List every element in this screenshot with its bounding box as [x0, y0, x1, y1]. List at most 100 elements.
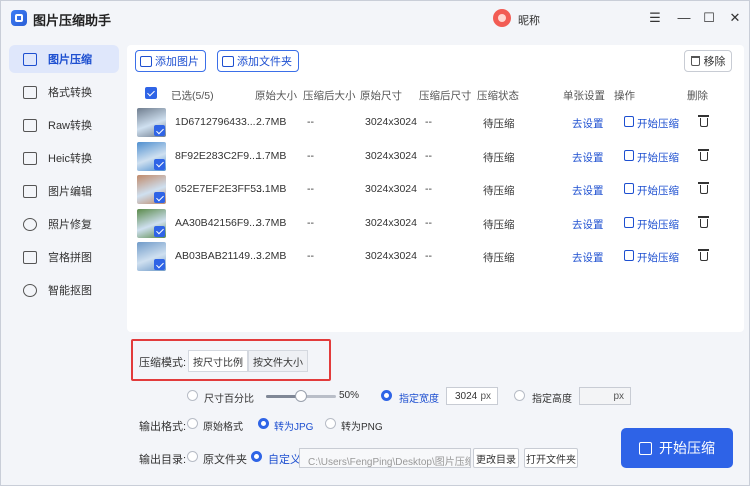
format-original-radio[interactable]: [187, 418, 198, 429]
sidebar-item-compress[interactable]: 图片压缩: [9, 45, 119, 73]
header-delete: 删除: [687, 90, 708, 102]
percent-slider-handle[interactable]: [295, 390, 307, 402]
app-title: 图片压缩助手: [33, 13, 112, 28]
sidebar-item-heic[interactable]: Heic转换: [9, 144, 119, 172]
table-row: 052E7EF2E3FF5... 3.1MB -- 3024x3024 -- 待压缩 去设置…: [127, 173, 744, 206]
remove-button[interactable]: 移除: [684, 50, 732, 72]
sidebar-item-repair[interactable]: 照片修复: [9, 210, 119, 238]
edit-icon: [23, 184, 37, 198]
orig-dim: 3024x3024: [365, 250, 417, 262]
dir-original-radio[interactable]: [187, 451, 198, 462]
sidebar-item-cutout[interactable]: 智能抠图: [9, 276, 119, 304]
dir-custom-radio[interactable]: [251, 451, 262, 462]
maximize-button[interactable]: ☐: [698, 8, 720, 28]
add-image-button[interactable]: 添加图片: [135, 50, 206, 72]
delete-icon[interactable]: [698, 182, 709, 195]
width-radio[interactable]: [381, 390, 392, 401]
comp-size: --: [307, 183, 314, 195]
format-png-radio[interactable]: [325, 418, 336, 429]
delete-icon[interactable]: [698, 115, 709, 128]
width-input[interactable]: 3024 px: [446, 387, 498, 405]
height-input[interactable]: px: [579, 387, 631, 405]
add-image-icon: [140, 55, 152, 67]
table-row: AA30B42156F9... 3.7MB -- 3024x3024 -- 待压缩 去设置 开…: [127, 207, 744, 240]
row-checkbox[interactable]: [154, 192, 165, 203]
sidebar-item-raw[interactable]: Raw转换: [9, 111, 119, 139]
file-name: 052E7EF2E3FF5...: [175, 183, 265, 195]
sidebar-item-label: 宫格拼图: [48, 252, 92, 264]
start-link[interactable]: 开始压缩: [637, 217, 679, 232]
output-dir-label: 输出目录:: [139, 454, 187, 466]
sidebar-item-edit[interactable]: 图片编辑: [9, 177, 119, 205]
settings-link[interactable]: 去设置: [572, 183, 604, 198]
row-checkbox[interactable]: [154, 259, 165, 270]
start-compress-button[interactable]: 开始压缩: [621, 428, 733, 468]
start-link[interactable]: 开始压缩: [637, 150, 679, 165]
row-checkbox[interactable]: [154, 225, 165, 237]
start-compress-icon[interactable]: [624, 149, 634, 161]
user-nickname[interactable]: 昵称: [518, 12, 540, 28]
close-button[interactable]: ✕: [724, 8, 746, 28]
sidebar: 图片压缩 格式转换 Raw转换 Heic转换 图片编辑 照片修复 宫格拼图 智能…: [1, 35, 125, 485]
status: 待压缩: [483, 118, 515, 130]
start-compress-icon[interactable]: [624, 250, 634, 261]
width-unit: px: [480, 391, 491, 402]
percent-label: 尺寸百分比: [204, 394, 254, 405]
header-single: 单张设置: [563, 90, 605, 102]
output-path-input[interactable]: C:\Users\FengPing\Desktop\图片压缩: [299, 448, 471, 468]
open-dir-button[interactable]: 打开文件夹: [524, 448, 578, 468]
settings-link[interactable]: 去设置: [572, 217, 604, 232]
format-png-label: 转为PNG: [341, 422, 383, 433]
repair-icon: [23, 217, 37, 231]
row-checkbox[interactable]: [154, 158, 165, 170]
delete-icon[interactable]: [698, 249, 709, 262]
start-link[interactable]: 开始压缩: [637, 183, 679, 198]
comp-dim: --: [425, 183, 432, 195]
add-folder-button[interactable]: 添加文件夹: [217, 50, 299, 72]
start-compress-icon[interactable]: [624, 216, 634, 228]
status: 待压缩: [483, 218, 515, 231]
dir-original-label: 原文件夹: [203, 454, 247, 466]
sidebar-item-label: 照片修复: [48, 219, 92, 231]
sidebar-item-convert[interactable]: 格式转换: [9, 78, 119, 106]
delete-icon[interactable]: [698, 148, 709, 162]
settings-link[interactable]: 去设置: [572, 250, 604, 265]
mode-by-ratio-tab[interactable]: 按尺寸比例: [188, 350, 248, 372]
image-thumbnail: [137, 141, 166, 171]
delete-icon[interactable]: [698, 215, 709, 229]
status: 待压缩: [483, 252, 515, 264]
status: 待压缩: [483, 151, 515, 164]
change-dir-button[interactable]: 更改目录: [473, 448, 519, 468]
start-link[interactable]: 开始压缩: [637, 250, 679, 265]
start-compress-icon[interactable]: [624, 116, 634, 127]
row-checkbox[interactable]: [154, 125, 165, 136]
sidebar-item-label: Heic转换: [48, 153, 93, 165]
settings-link[interactable]: 去设置: [572, 116, 604, 131]
image-thumbnail: [137, 108, 166, 137]
avatar[interactable]: [493, 9, 511, 27]
sidebar-item-grid[interactable]: 宫格拼图: [9, 243, 119, 271]
header-selected: 已选(5/5): [171, 90, 214, 102]
orig-size: 3.7MB: [256, 216, 287, 229]
format-jpg-radio[interactable]: [258, 418, 269, 429]
height-unit: px: [613, 391, 624, 402]
mode-by-size-tab[interactable]: 按文件大小: [248, 350, 308, 372]
select-all-checkbox[interactable]: [145, 87, 157, 99]
start-link[interactable]: 开始压缩: [637, 116, 679, 131]
height-radio[interactable]: [514, 390, 525, 401]
menu-icon[interactable]: ☰: [644, 8, 666, 28]
cutout-icon: [23, 283, 37, 297]
comp-size: --: [307, 149, 314, 162]
orig-dim: 3024x3024: [365, 183, 417, 195]
convert-icon: [23, 85, 37, 99]
app-logo-icon: [11, 10, 27, 26]
orig-dim: 3024x3024: [365, 116, 417, 128]
minimize-button[interactable]: —: [673, 8, 695, 28]
add-folder-label: 添加文件夹: [237, 56, 292, 68]
comp-size: --: [307, 250, 314, 262]
percent-radio[interactable]: [187, 390, 198, 401]
height-label: 指定高度: [532, 394, 572, 405]
status: 待压缩: [483, 185, 515, 197]
settings-link[interactable]: 去设置: [572, 150, 604, 165]
start-compress-icon[interactable]: [624, 183, 634, 194]
